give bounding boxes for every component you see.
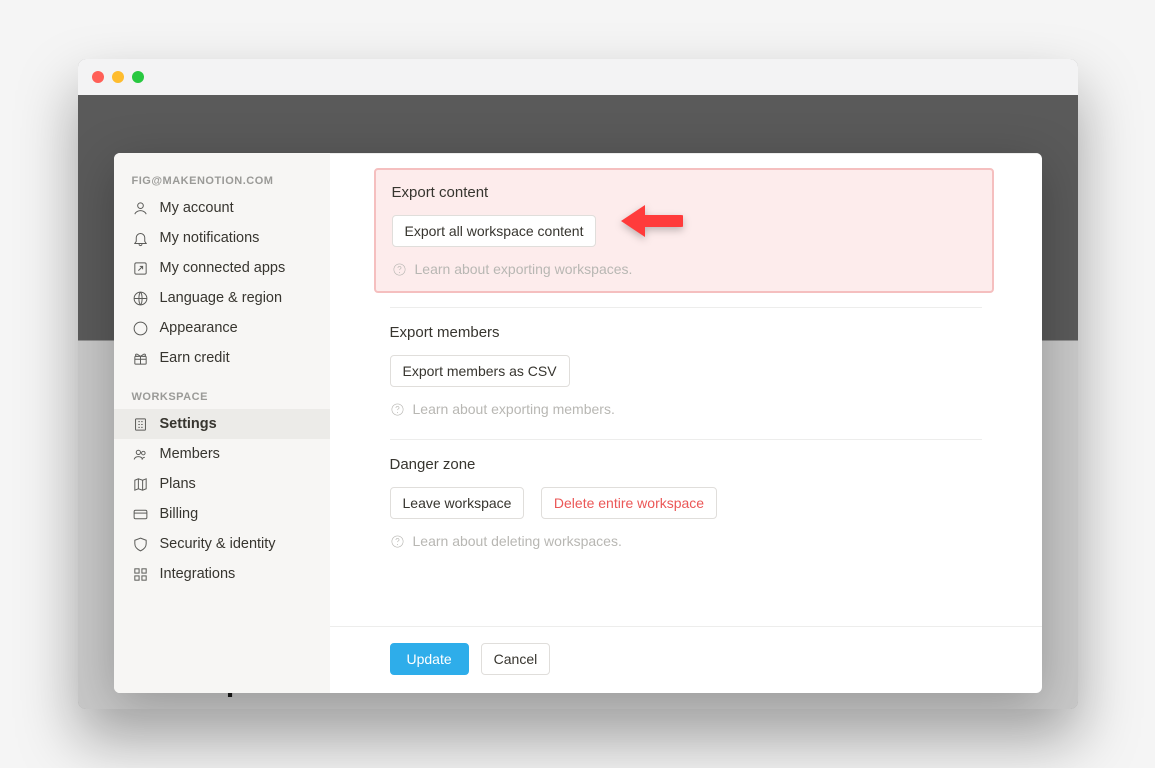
sidebar-item-label: Settings [160,416,217,432]
gift-icon [132,349,150,367]
sidebar-item-label: Integrations [160,566,236,582]
section-title: Export content [392,184,980,201]
sidebar-item-language-region[interactable]: Language & region [114,283,330,313]
help-icon [390,402,405,417]
sidebar-header-account: FIG@MAKENOTION.COM [114,169,330,193]
sidebar-item-label: Language & region [160,290,283,306]
external-link-icon [132,259,150,277]
sidebar-item-security-identity[interactable]: Security & identity [114,529,330,559]
sidebar-item-earn-credit[interactable]: Earn credit [114,343,330,373]
sidebar-item-label: Earn credit [160,350,230,366]
help-icon [390,534,405,549]
building-icon [132,415,150,433]
sidebar-item-label: Members [160,446,220,462]
section-title: Export members [390,324,982,341]
window-close-button[interactable] [92,71,104,83]
sidebar-item-members[interactable]: Members [114,439,330,469]
help-icon [392,262,407,277]
section-export-content: Export content Export all workspace cont… [374,168,994,293]
bell-icon [132,229,150,247]
window-zoom-button[interactable] [132,71,144,83]
browser-window: Open Positions FIG@MAKENOTION.COM My acc… [78,59,1078,709]
settings-modal: FIG@MAKENOTION.COM My account My notific… [114,153,1042,693]
help-text: Learn about exporting workspaces. [415,261,633,277]
sidebar-item-label: My connected apps [160,260,286,276]
sidebar-item-settings[interactable]: Settings [114,409,330,439]
moon-icon [132,319,150,337]
sidebar-item-integrations[interactable]: Integrations [114,559,330,589]
panel-footer: Update Cancel [330,626,1042,693]
shield-icon [132,535,150,553]
update-button[interactable]: Update [390,643,469,675]
help-text: Learn about exporting members. [413,401,615,417]
sidebar-item-connected-apps[interactable]: My connected apps [114,253,330,283]
sidebar-item-label: Billing [160,506,199,522]
grid-icon [132,565,150,583]
sidebar-item-label: Security & identity [160,536,276,552]
user-avatar-icon [132,199,150,217]
sidebar-header-workspace: WORKSPACE [114,385,330,409]
delete-workspace-button[interactable]: Delete entire workspace [541,487,717,519]
sidebar-item-plans[interactable]: Plans [114,469,330,499]
help-link-delete-workspaces[interactable]: Learn about deleting workspaces. [390,533,982,549]
section-title: Danger zone [390,456,982,473]
sidebar-item-label: Plans [160,476,196,492]
globe-icon [132,289,150,307]
cancel-button[interactable]: Cancel [481,643,551,675]
sidebar-item-billing[interactable]: Billing [114,499,330,529]
sidebar-item-label: Appearance [160,320,238,336]
help-text: Learn about deleting workspaces. [413,533,622,549]
map-icon [132,475,150,493]
leave-workspace-button[interactable]: Leave workspace [390,487,525,519]
sidebar-item-appearance[interactable]: Appearance [114,313,330,343]
sidebar-item-label: My notifications [160,230,260,246]
help-link-export-workspaces[interactable]: Learn about exporting workspaces. [392,261,980,277]
page-background: Open Positions FIG@MAKENOTION.COM My acc… [78,95,1078,709]
titlebar [78,59,1078,95]
settings-panel: Export content Export all workspace cont… [330,153,1042,693]
settings-panel-body: Export content Export all workspace cont… [330,153,1042,626]
settings-sidebar: FIG@MAKENOTION.COM My account My notific… [114,153,330,693]
sidebar-item-my-notifications[interactable]: My notifications [114,223,330,253]
section-export-members: Export members Export members as CSV Lea… [390,308,982,440]
window-minimize-button[interactable] [112,71,124,83]
export-all-workspace-content-button[interactable]: Export all workspace content [392,215,597,247]
sidebar-item-my-account[interactable]: My account [114,193,330,223]
people-icon [132,445,150,463]
credit-card-icon [132,505,150,523]
section-danger-zone: Danger zone Leave workspace Delete entir… [390,440,982,571]
help-link-export-members[interactable]: Learn about exporting members. [390,401,982,417]
export-members-csv-button[interactable]: Export members as CSV [390,355,570,387]
sidebar-item-label: My account [160,200,234,216]
